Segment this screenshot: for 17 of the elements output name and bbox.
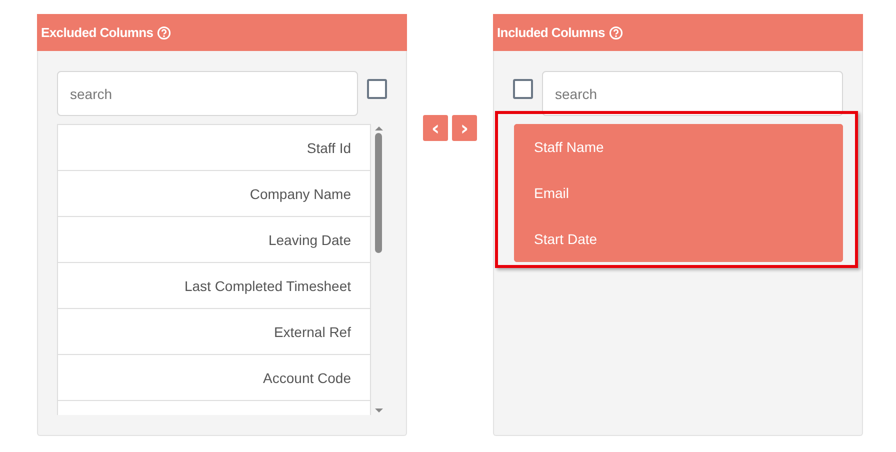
help-icon[interactable]	[608, 26, 623, 40]
panel-title: Excluded Columns	[41, 25, 154, 40]
panel-title: Included Columns	[497, 25, 605, 40]
column-item[interactable]: Leaving Date	[58, 217, 370, 263]
help-icon[interactable]	[157, 26, 172, 40]
select-all-checkbox[interactable]	[367, 79, 387, 99]
column-item[interactable]: Account Code	[58, 355, 370, 401]
scrollbar-thumb[interactable]	[375, 133, 382, 253]
search-field[interactable]: search	[57, 71, 358, 116]
select-all-checkbox[interactable]	[513, 79, 533, 99]
column-item[interactable]: Company Name	[58, 171, 370, 217]
column-item[interactable]: Last Completed Timesheet	[58, 263, 370, 309]
scroll-down-icon[interactable]	[374, 408, 382, 413]
scroll-up-icon[interactable]	[374, 126, 382, 131]
search-field[interactable]: search	[542, 71, 843, 116]
column-item[interactable]: External Ref	[58, 309, 370, 355]
column-item[interactable]: Staff Id	[58, 125, 370, 171]
